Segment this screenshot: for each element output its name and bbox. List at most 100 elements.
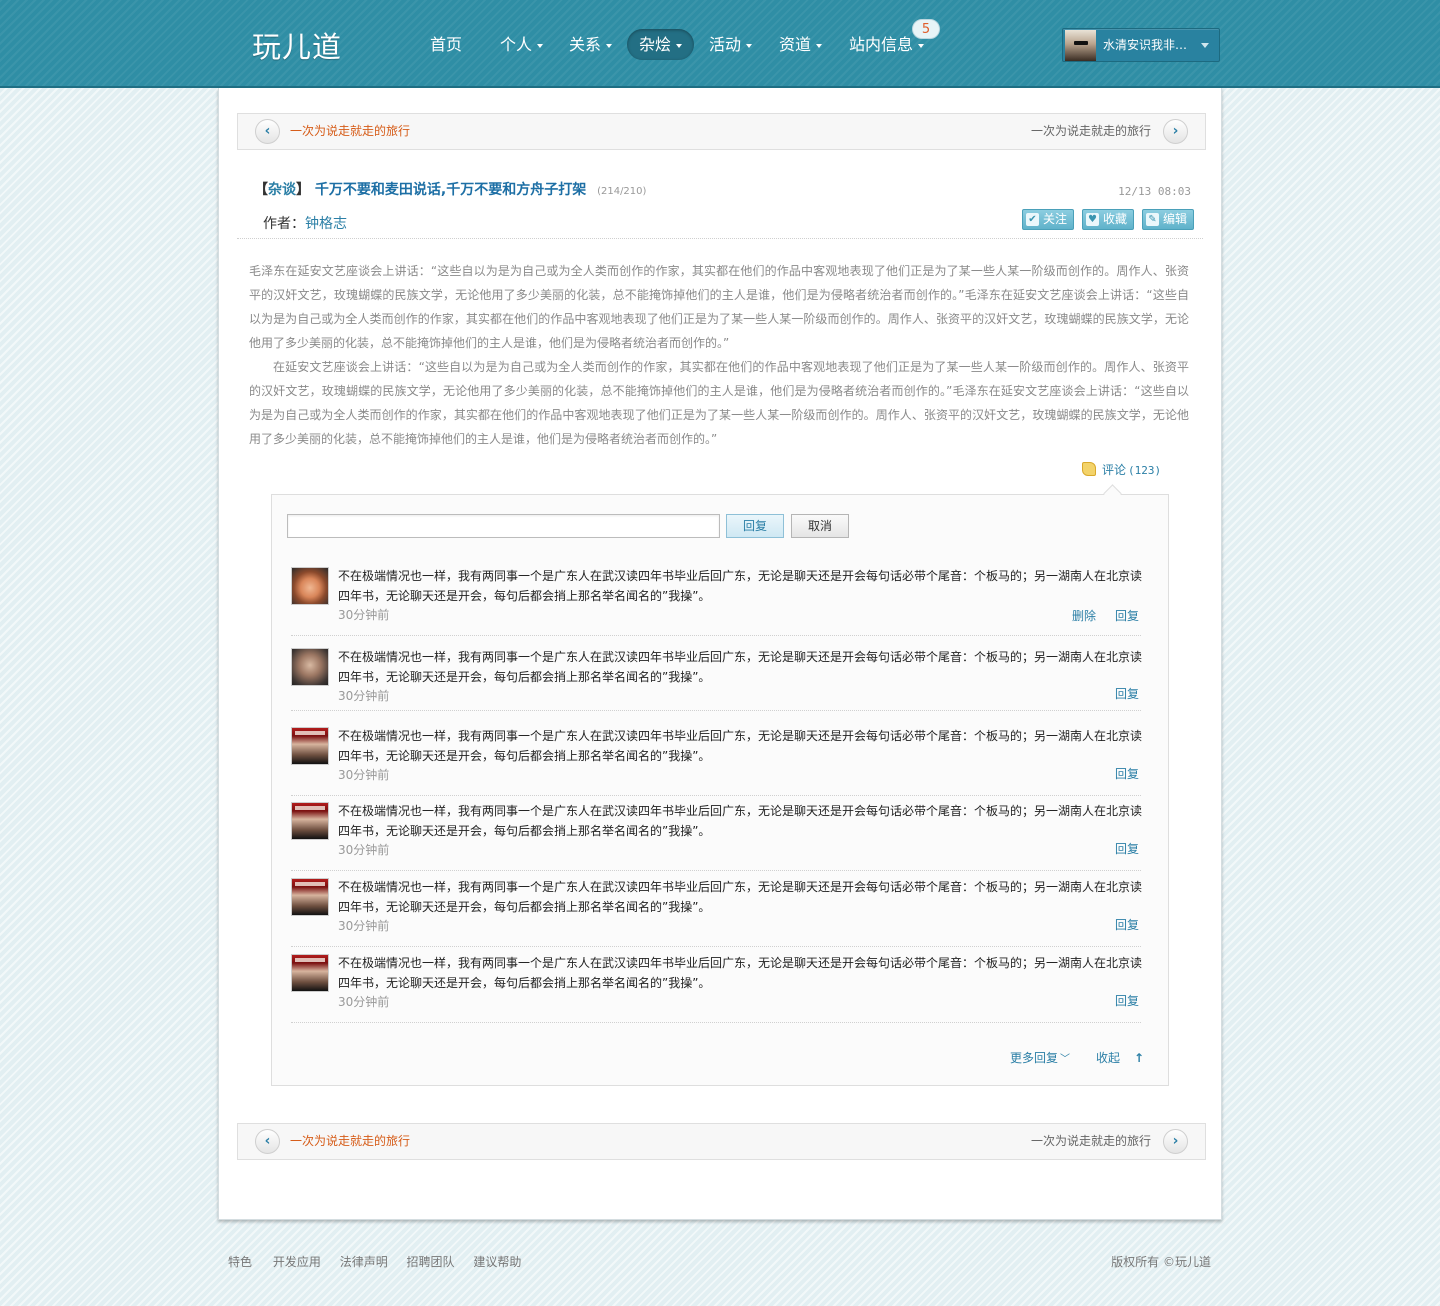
- avatar[interactable]: [291, 648, 329, 686]
- comment-time: 30分钟前: [338, 689, 390, 703]
- comment-item: 不在极端情况也一样，我有两同事一个是广东人在武汉读四年书毕业后回广东，无论是聊天…: [291, 801, 1143, 871]
- site-logo[interactable]: 玩儿道: [252, 24, 342, 66]
- caret-down-icon: [606, 43, 613, 48]
- bracket-open: 【: [254, 182, 268, 198]
- heart-icon: ♥: [1086, 213, 1099, 226]
- chevron-left-icon[interactable]: ‹: [255, 1129, 280, 1154]
- collapse-label: 收起: [1096, 1051, 1121, 1065]
- delete-comment-link[interactable]: 删除: [1072, 609, 1096, 623]
- author-link[interactable]: 钟格志: [305, 216, 347, 232]
- comment-time: 30分钟前: [338, 768, 390, 782]
- edit-button[interactable]: ✎ 编辑: [1142, 209, 1195, 230]
- favorite-button[interactable]: ♥ 收藏: [1082, 209, 1135, 230]
- avatar[interactable]: [291, 878, 329, 916]
- chevron-right-icon[interactable]: ›: [1163, 1129, 1188, 1154]
- post-paragraph: 在延安文艺座谈会上讲话：“这些自以为是为自己或为全人类而创作的作家，其实都在他们…: [249, 360, 1189, 446]
- author-label: 作者：: [263, 216, 305, 232]
- reply-comment-link[interactable]: 回复: [1115, 842, 1139, 856]
- reply-comment-link[interactable]: 回复: [1115, 918, 1139, 932]
- edit-label: 编辑: [1163, 212, 1188, 226]
- nav-item-misc[interactable]: 杂烩: [627, 29, 695, 60]
- arrow-up-icon: ↑: [1134, 1051, 1145, 1065]
- nav-item-activities[interactable]: 活动: [709, 29, 753, 60]
- reply-comment-link[interactable]: 回复: [1115, 609, 1139, 623]
- user-name: 水清安识我非…: [1103, 38, 1188, 52]
- avatar[interactable]: [291, 954, 329, 992]
- nav-item-personal[interactable]: 个人: [500, 29, 544, 60]
- prev-post-link[interactable]: 一次为说走就走的旅行: [290, 1124, 410, 1159]
- footer-link-features[interactable]: 特色: [228, 1255, 252, 1269]
- footer-link-developers[interactable]: 开发应用: [273, 1255, 321, 1269]
- next-post-link[interactable]: 一次为说走就走的旅行: [1031, 1124, 1151, 1159]
- pencil-icon: ✎: [1146, 213, 1159, 226]
- caret-down-icon: [746, 43, 753, 48]
- collapse-link[interactable]: 收起 ↑: [1096, 1049, 1144, 1066]
- nav-item-label: 活动: [709, 35, 742, 54]
- caret-down-icon: [537, 43, 544, 48]
- favorite-label: 收藏: [1103, 212, 1128, 226]
- comment-item: 不在极端情况也一样，我有两同事一个是广东人在武汉读四年书毕业后回广东，无论是聊天…: [291, 647, 1143, 711]
- reply-input[interactable]: [287, 514, 720, 538]
- post-category-link[interactable]: 杂谈: [268, 182, 296, 198]
- user-menu[interactable]: 水清安识我非…: [1062, 28, 1220, 62]
- post-title-text[interactable]: 千万不要和麦田说话,千万不要和方舟子打架: [315, 182, 586, 198]
- reply-comment-link[interactable]: 回复: [1115, 767, 1139, 781]
- avatar[interactable]: [291, 727, 329, 765]
- nav-item-home[interactable]: 首页: [430, 29, 462, 60]
- post-actions: ✔ 关注 ♥ 收藏 ✎ 编辑: [1022, 209, 1196, 230]
- post-pager-bottom: ‹ 一次为说走就走的旅行 一次为说走就走的旅行 ›: [237, 1123, 1206, 1160]
- message-count-badge[interactable]: 5: [912, 19, 940, 39]
- caret-down-icon: [918, 43, 925, 48]
- top-navbar: 玩儿道 首页 个人 关系 杂烩 活动 资道 站内信息 5 水清安识我非…: [0, 0, 1440, 88]
- chevron-left-icon[interactable]: ‹: [255, 119, 280, 144]
- nav-item-label: 站内信息: [849, 35, 914, 54]
- nav-item-label: 关系: [569, 35, 602, 54]
- footer-link-legal[interactable]: 法律声明: [340, 1255, 388, 1269]
- comment-time: 30分钟前: [338, 995, 390, 1009]
- comment-text: 不在极端情况也一样，我有两同事一个是广东人在武汉读四年书毕业后回广东，无论是聊天…: [338, 804, 1143, 838]
- copyright: 版权所有 ©玩儿道: [1111, 1255, 1211, 1269]
- comment-toggle-link[interactable]: 评论 (123): [1082, 461, 1161, 478]
- comment-item: 不在极端情况也一样，我有两同事一个是广东人在武汉读四年书毕业后回广东，无论是聊天…: [291, 566, 1143, 636]
- post-counts: (214/210): [597, 186, 647, 197]
- prev-post-link[interactable]: 一次为说走就走的旅行: [290, 114, 410, 149]
- caret-down-icon: [1201, 43, 1209, 48]
- comment-actions: 回复: [1096, 916, 1139, 933]
- reply-comment-link[interactable]: 回复: [1115, 994, 1139, 1008]
- comment-actions: 删除 回复: [1053, 607, 1139, 624]
- comment-actions: 回复: [1096, 840, 1139, 857]
- follow-button[interactable]: ✔ 关注: [1022, 209, 1075, 230]
- reply-comment-link[interactable]: 回复: [1115, 687, 1139, 701]
- post-title: 【杂谈】 千万不要和麦田说话,千万不要和方舟子打架 (214/210): [254, 179, 646, 199]
- footer-link-feedback[interactable]: 建议帮助: [473, 1255, 521, 1269]
- avatar[interactable]: [291, 567, 329, 605]
- comment-time: 30分钟前: [338, 608, 390, 622]
- comment-text: 不在极端情况也一样，我有两同事一个是广东人在武汉读四年书毕业后回广东，无论是聊天…: [338, 650, 1143, 684]
- chevron-right-icon[interactable]: ›: [1163, 119, 1188, 144]
- nav-item-relations[interactable]: 关系: [569, 29, 613, 60]
- reply-cancel-button[interactable]: 取消: [791, 514, 849, 538]
- post-body: 毛泽东在延安文艺座谈会上讲话：“这些自以为是为自己或为全人类而创作的作家，其实都…: [249, 259, 1189, 451]
- comment-text: 不在极端情况也一样，我有两同事一个是广东人在武汉读四年书毕业后回广东，无论是聊天…: [338, 569, 1143, 603]
- comment-icon: [1082, 462, 1096, 476]
- caret-down-icon: [816, 43, 823, 48]
- nav-item-label: 杂烩: [639, 35, 672, 54]
- nav-item-label: 首页: [430, 35, 463, 54]
- footer-link-jobs[interactable]: 招聘团队: [407, 1255, 455, 1269]
- next-post-link[interactable]: 一次为说走就走的旅行: [1031, 114, 1151, 149]
- avatar[interactable]: [291, 802, 329, 840]
- bracket-close: 】: [296, 182, 310, 198]
- comment-time: 30分钟前: [338, 843, 390, 857]
- comment-text: 不在极端情况也一样，我有两同事一个是广东人在武汉读四年书毕业后回广东，无论是聊天…: [338, 729, 1143, 763]
- more-replies-link[interactable]: 更多回复 ﹀: [1010, 1049, 1070, 1066]
- nav-item-resources[interactable]: 资道: [779, 29, 823, 60]
- reply-submit-button[interactable]: 回复: [726, 514, 784, 538]
- comments-panel: 回复 取消 不在极端情况也一样，我有两同事一个是广东人在武汉读四年书毕业后回广东…: [271, 494, 1169, 1086]
- comment-item: 不在极端情况也一样，我有两同事一个是广东人在武汉读四年书毕业后回广东，无论是聊天…: [291, 953, 1143, 1023]
- comment-text: 不在极端情况也一样，我有两同事一个是广东人在武汉读四年书毕业后回广东，无论是聊天…: [338, 956, 1143, 990]
- comment-item: 不在极端情况也一样，我有两同事一个是广东人在武汉读四年书毕业后回广东，无论是聊天…: [291, 877, 1142, 947]
- more-replies-label: 更多回复: [1010, 1051, 1059, 1065]
- nav-item-label: 个人: [500, 35, 533, 54]
- nav-item-label: 资道: [779, 35, 812, 54]
- post-pager-top: ‹ 一次为说走就走的旅行 一次为说走就走的旅行 ›: [237, 113, 1206, 150]
